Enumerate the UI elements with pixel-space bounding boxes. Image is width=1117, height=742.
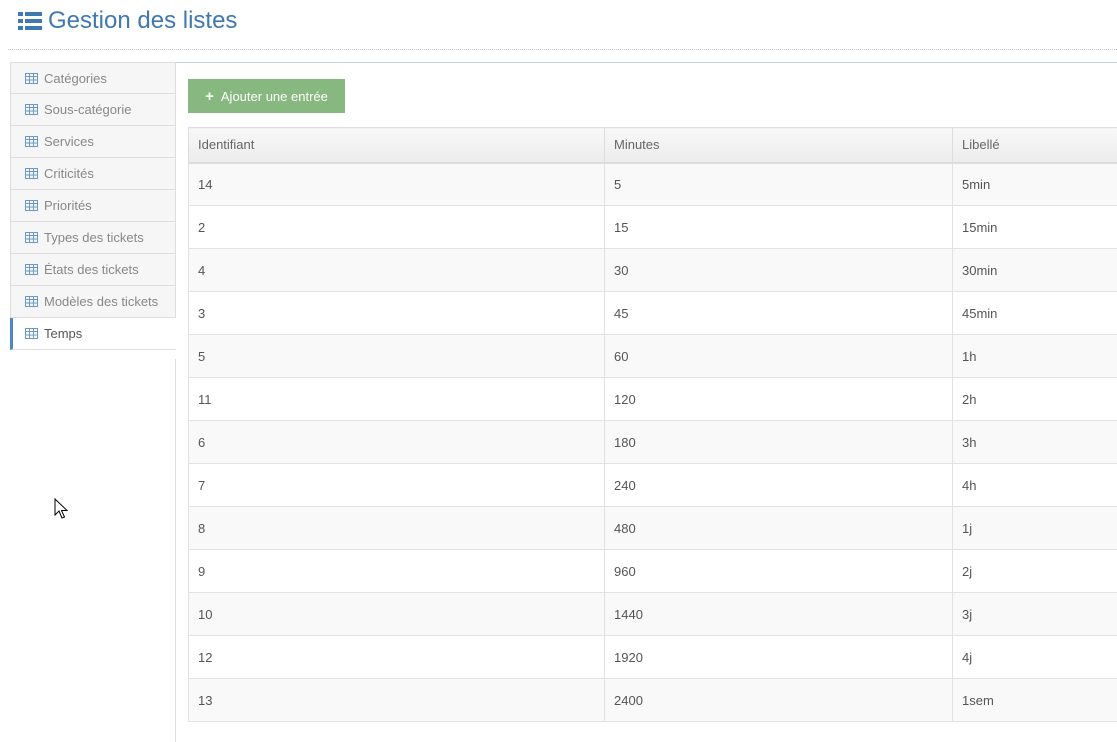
- table-row[interactable]: 13 2400 1sem: [188, 678, 1117, 722]
- sidebar-item-8[interactable]: Temps: [10, 318, 176, 350]
- table-cell: 5: [604, 162, 953, 206]
- column-header-identifiant[interactable]: Identifiant: [188, 127, 605, 164]
- table-cell: 180: [604, 420, 953, 464]
- table-cell: 14: [188, 162, 605, 206]
- add-entry-label: Ajouter une entrée: [220, 88, 328, 104]
- add-entry-button[interactable]: + Ajouter une entrée: [188, 79, 345, 113]
- table-cell: 2j: [952, 549, 1117, 593]
- sidebar-item-6[interactable]: États des tickets: [10, 254, 176, 286]
- table-cell: 45min: [952, 291, 1117, 335]
- table-icon: [25, 104, 38, 115]
- table-cell: 240: [604, 463, 953, 507]
- sidebar-item-label: États des tickets: [44, 262, 139, 277]
- table-cell: 15: [604, 205, 953, 249]
- table-row[interactable]: 7 240 4h: [188, 463, 1117, 507]
- table-cell: 8: [188, 506, 605, 550]
- table-cell: 1440: [604, 592, 953, 636]
- table-cell: 2400: [604, 678, 953, 722]
- time-table-container: Identifiant Minutes Libellé 14 5 5min 2 15 15…: [188, 127, 1117, 722]
- table-cell: 30min: [952, 248, 1117, 292]
- table-body: 14 5 5min 2 15 15min 4 30 30min 3 45 45min 5 60 1h 11 12…: [188, 162, 1117, 722]
- header-divider: [8, 49, 1117, 50]
- table-cell: 15min: [952, 205, 1117, 249]
- table-icon: [25, 296, 38, 307]
- table-cell: 3h: [952, 420, 1117, 464]
- table-row[interactable]: 2 15 15min: [188, 205, 1117, 249]
- sidebar-item-3[interactable]: Criticités: [10, 158, 176, 190]
- table-cell: 5min: [952, 162, 1117, 206]
- sidebar-item-5[interactable]: Types des tickets: [10, 222, 176, 254]
- sidebar-item-0[interactable]: Catégories: [10, 62, 176, 94]
- table-row[interactable]: 8 480 1j: [188, 506, 1117, 550]
- table-icon: [25, 200, 38, 211]
- table-cell: 60: [604, 334, 953, 378]
- table-row[interactable]: 3 45 45min: [188, 291, 1117, 335]
- table-cell: 1h: [952, 334, 1117, 378]
- table-cell: 9: [188, 549, 605, 593]
- table-cell: 1sem: [952, 678, 1117, 722]
- sidebar-item-label: Sous-catégorie: [44, 102, 132, 117]
- sidebar-item-label: Catégories: [44, 70, 107, 86]
- list-icon: [18, 12, 42, 30]
- table-cell: 4h: [952, 463, 1117, 507]
- table-row[interactable]: 11 120 2h: [188, 377, 1117, 421]
- table-row[interactable]: 6 180 3h: [188, 420, 1117, 464]
- table-cell: 1j: [952, 506, 1117, 550]
- sidebar-item-label: Priorités: [44, 198, 92, 213]
- table-icon: [25, 72, 38, 84]
- table-cell: 2: [188, 205, 605, 249]
- column-header-libelle[interactable]: Libellé: [952, 127, 1117, 164]
- table-cell: 1920: [604, 635, 953, 679]
- table-cell: 2h: [952, 377, 1117, 421]
- sidebar-item-label: Temps: [44, 326, 83, 341]
- table-header-row: Identifiant Minutes Libellé: [188, 127, 1117, 164]
- table-cell: 120: [604, 377, 953, 421]
- sidebar-item-7[interactable]: Modèles des tickets: [10, 286, 176, 318]
- table-icon: [25, 232, 38, 243]
- page-title: Gestion des listes: [48, 7, 238, 34]
- table-icon: [25, 136, 38, 147]
- table-row[interactable]: 10 1440 3j: [188, 592, 1117, 636]
- table-cell: 12: [188, 635, 605, 679]
- table-row[interactable]: 14 5 5min: [188, 162, 1117, 206]
- table-cell: 6: [188, 420, 605, 464]
- mouse-cursor-icon: [54, 498, 68, 519]
- table-cell: 10: [188, 592, 605, 636]
- table-icon: [25, 168, 38, 179]
- sidebar-item-1[interactable]: Sous-catégorie: [10, 94, 176, 126]
- table-cell: 4j: [952, 635, 1117, 679]
- table-cell: 30: [604, 248, 953, 292]
- table-row[interactable]: 9 960 2j: [188, 549, 1117, 593]
- plus-icon: +: [205, 87, 214, 105]
- content-top-border: [176, 62, 1117, 63]
- sidebar-nav: Catégories Sous-catégorie Services Criticit…: [10, 62, 176, 350]
- table-cell: 480: [604, 506, 953, 550]
- table-cell: 4: [188, 248, 605, 292]
- column-header-minutes[interactable]: Minutes: [604, 127, 953, 164]
- table-row[interactable]: 4 30 30min: [188, 248, 1117, 292]
- sidebar-border: [175, 359, 176, 742]
- table-icon: [25, 328, 38, 339]
- table-row[interactable]: 5 60 1h: [188, 334, 1117, 378]
- table-cell: 45: [604, 291, 953, 335]
- table-icon: [25, 264, 38, 275]
- page-header: Gestion des listes: [18, 6, 237, 36]
- sidebar-item-2[interactable]: Services: [10, 126, 176, 158]
- table-cell: 960: [604, 549, 953, 593]
- sidebar-item-4[interactable]: Priorités: [10, 190, 176, 222]
- table-cell: 3j: [952, 592, 1117, 636]
- sidebar-item-label: Criticités: [44, 166, 94, 181]
- table-cell: 13: [188, 678, 605, 722]
- table-cell: 11: [188, 377, 605, 421]
- table-cell: 3: [188, 291, 605, 335]
- table-cell: 5: [188, 334, 605, 378]
- time-table: Identifiant Minutes Libellé 14 5 5min 2 15 15…: [188, 127, 1117, 722]
- sidebar-item-label: Services: [44, 134, 94, 149]
- sidebar-item-label: Modèles des tickets: [44, 294, 159, 309]
- table-row[interactable]: 12 1920 4j: [188, 635, 1117, 679]
- sidebar-item-label: Types des tickets: [44, 230, 144, 245]
- table-cell: 7: [188, 463, 605, 507]
